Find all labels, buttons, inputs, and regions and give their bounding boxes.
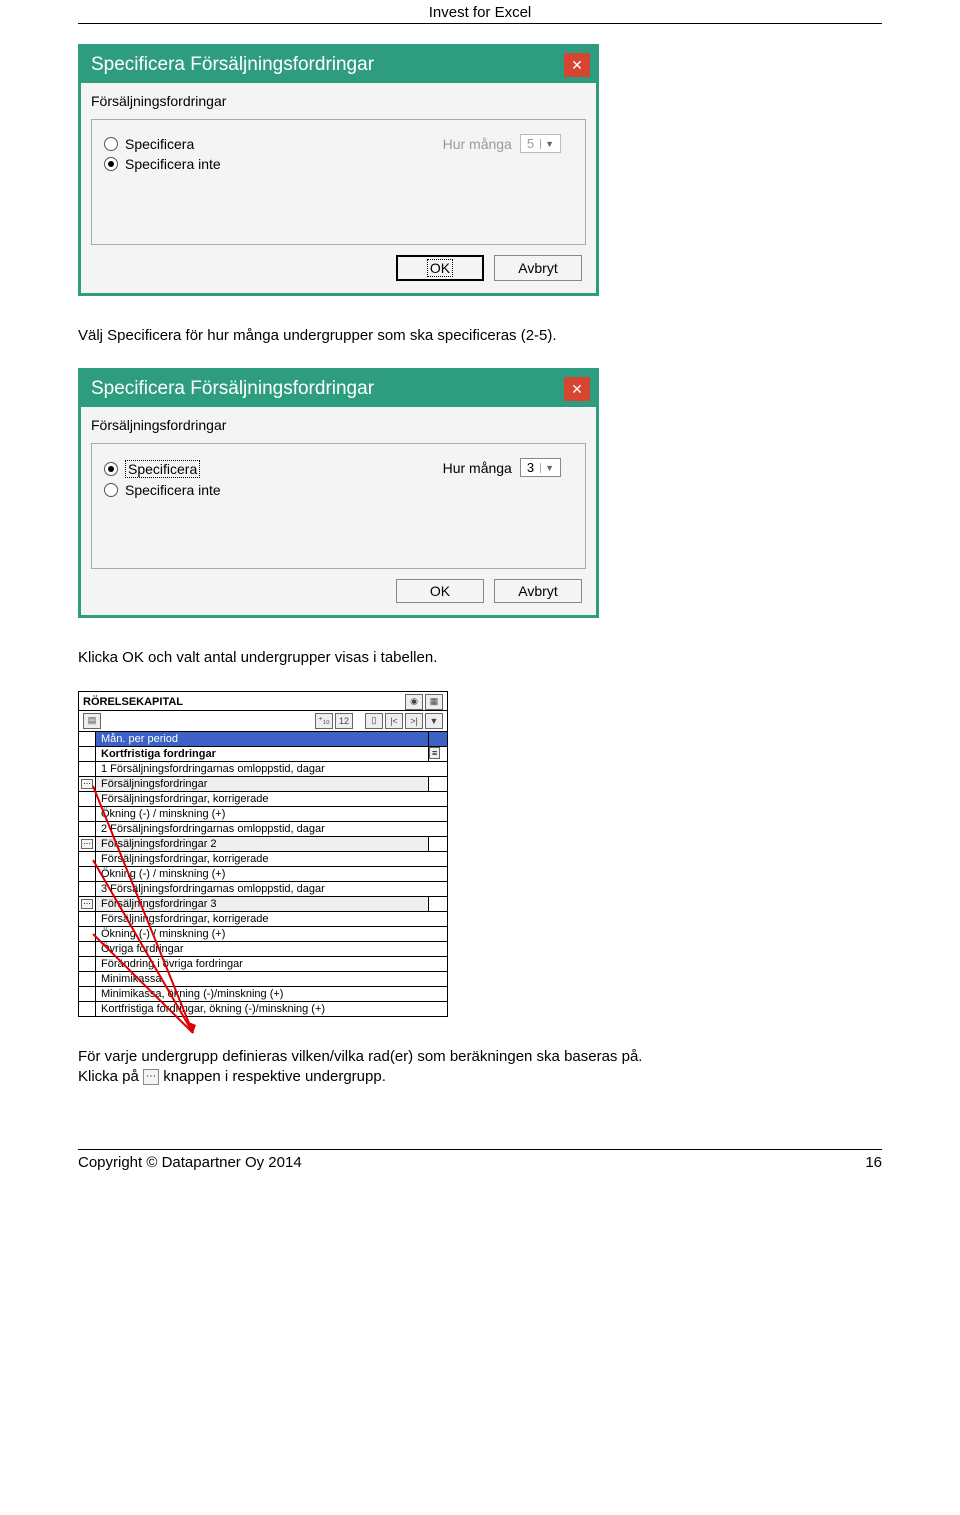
radio-label: Specificera	[125, 136, 194, 152]
dialog-heading: Försäljningsfordringar	[91, 91, 586, 119]
grid-icon[interactable]: ▦	[425, 694, 443, 710]
dots-icon: ⋯	[143, 1069, 159, 1085]
radio-icon	[104, 157, 118, 171]
radio-label: Specificera	[125, 460, 200, 478]
quantity-label: Hur många	[443, 136, 512, 152]
ok-button[interactable]: OK	[396, 579, 484, 603]
radio-icon	[104, 462, 118, 476]
table-row[interactable]: Mån. per period	[79, 732, 447, 747]
radio-specificera-inte[interactable]: Specificera inte	[104, 154, 575, 174]
table-row: ⋯Försäljningsfordringar	[79, 777, 447, 792]
tool-icon[interactable]: ⁺₁₀	[315, 713, 333, 729]
table-row: ⋯Försäljningsfordringar 2	[79, 837, 447, 852]
table-row: ⋯Försäljningsfordringar 3	[79, 897, 447, 912]
quantity-field: Hur många 5 ▼	[443, 134, 561, 153]
chevron-down-icon: ▼	[540, 139, 554, 149]
quantity-label: Hur många	[443, 460, 512, 476]
dialog-title: Specificera Försäljningsfordringar	[91, 378, 374, 400]
dots-button[interactable]: ⋯	[81, 779, 93, 789]
filter-icon[interactable]: ▼	[425, 713, 443, 729]
table-rorelsekapital: RÖRELSEKAPITAL ◉ ▦ ▤ ⁺₁₀ 12 ▯ |< >| ▼ Må…	[78, 691, 448, 1017]
outline-icon[interactable]: ▤	[83, 713, 101, 729]
first-icon[interactable]: ▯	[365, 713, 383, 729]
table-row: Ökning (-) / minskning (+)	[79, 927, 447, 942]
cancel-button[interactable]: Avbryt	[494, 255, 582, 281]
table-row: Minimikassa	[79, 972, 447, 987]
dialog-title: Specificera Försäljningsfordringar	[91, 54, 374, 76]
options-group: Specificera Specificera inte Hur många 3…	[91, 443, 586, 569]
close-button[interactable]: ✕	[564, 377, 590, 401]
table-row: Ökning (-) / minskning (+)	[79, 807, 447, 822]
page-number: 16	[865, 1154, 882, 1171]
copyright: Copyright © Datapartner Oy 2014	[78, 1154, 302, 1171]
dots-button[interactable]: ⋯	[81, 839, 93, 849]
table-row: Försäljningsfordringar, korrigerade	[79, 912, 447, 927]
options-group: Specificera Specificera inte Hur många 5…	[91, 119, 586, 245]
table-row: 3 Försäljningsfordringarnas omloppstid, …	[79, 882, 447, 897]
radio-specificera-inte[interactable]: Specificera inte	[104, 480, 575, 500]
paragraph-3: För varje undergrupp definieras vilken/v…	[78, 1017, 882, 1110]
radio-label: Specificera inte	[125, 156, 221, 172]
paragraph-2: Klicka OK och valt antal undergrupper vi…	[78, 618, 882, 690]
table-row: Förändring i övriga fordringar	[79, 957, 447, 972]
radio-icon	[104, 137, 118, 151]
dialog-specificera-2: Specificera Försäljningsfordringar ✕ För…	[78, 368, 599, 618]
prev-icon[interactable]: |<	[385, 713, 403, 729]
cal-icon[interactable]: 12	[335, 713, 353, 729]
next-icon[interactable]: >|	[405, 713, 423, 729]
close-button[interactable]: ✕	[564, 53, 590, 77]
close-icon: ✕	[571, 57, 583, 74]
table-row: 2 Försäljningsfordringarnas omloppstid, …	[79, 822, 447, 837]
dialog-heading: Försäljningsfordringar	[91, 415, 586, 443]
radio-icon	[104, 483, 118, 497]
dots-button[interactable]: ⋯	[81, 899, 93, 909]
chevron-down-icon: ▼	[540, 463, 554, 473]
close-icon: ✕	[571, 381, 583, 398]
quantity-spinner[interactable]: 3 ▼	[520, 458, 561, 477]
paragraph-1: Välj Specificera för hur många undergrup…	[78, 296, 882, 368]
footer: Copyright © Datapartner Oy 2014 16	[0, 1150, 960, 1181]
top-rule	[78, 23, 882, 24]
page-header: Invest for Excel	[0, 0, 960, 23]
table-row: Försäljningsfordringar, korrigerade	[79, 852, 447, 867]
table-row: Övriga fordringar	[79, 942, 447, 957]
table-row: Ökning (-) / minskning (+)	[79, 867, 447, 882]
expand-icon[interactable]: ≡	[429, 747, 440, 759]
ok-button[interactable]: OK	[396, 255, 484, 281]
table-row: Kortfristiga fordringar≡	[79, 747, 447, 762]
table-row: Kortfristiga fordringar, ökning (-)/mins…	[79, 1002, 447, 1016]
cancel-button[interactable]: Avbryt	[494, 579, 582, 603]
table-row: 1 Försäljningsfordringarnas omloppstid, …	[79, 762, 447, 777]
dialog-specificera-1: Specificera Försäljningsfordringar ✕ För…	[78, 44, 599, 296]
table-row: Försäljningsfordringar, korrigerade	[79, 792, 447, 807]
camera-icon[interactable]: ◉	[405, 694, 423, 710]
quantity-field: Hur många 3 ▼	[443, 458, 561, 477]
table-row: Minimikassa, ökning (-)/minskning (+)	[79, 987, 447, 1002]
radio-label: Specificera inte	[125, 482, 221, 498]
quantity-spinner: 5 ▼	[520, 134, 561, 153]
table-title: RÖRELSEKAPITAL	[83, 696, 183, 708]
